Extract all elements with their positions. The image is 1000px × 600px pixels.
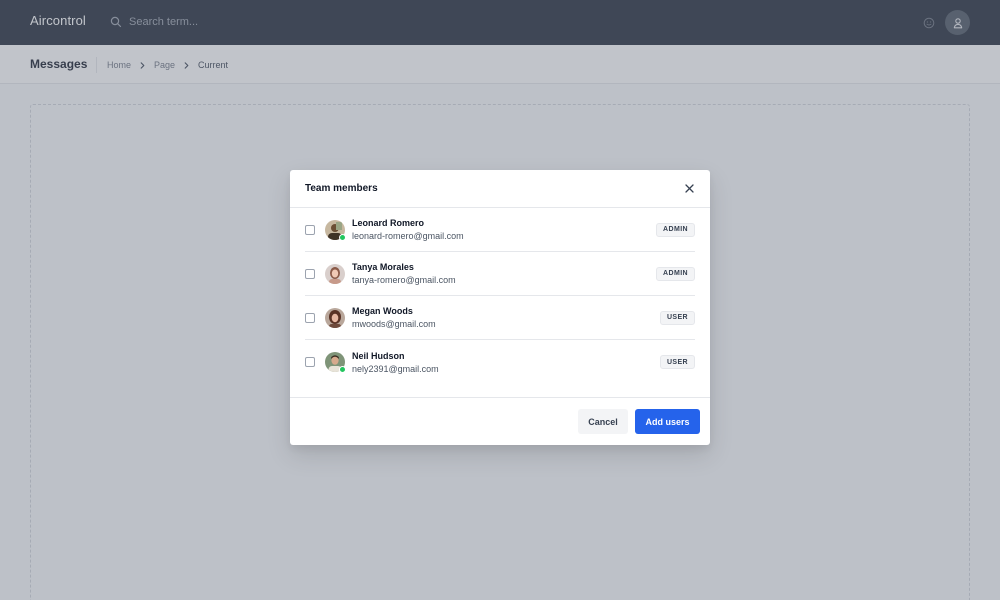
member-checkbox[interactable] [305, 312, 315, 323]
add-users-button[interactable]: Add users [635, 409, 700, 434]
member-list: Leonard Romero leonard-romero@gmail.com … [290, 208, 710, 384]
team-members-modal: Team members Leonard Romero leonard-rome… [290, 170, 710, 445]
member-name: Tanya Morales [352, 262, 414, 272]
role-badge: ADMIN [656, 222, 695, 237]
member-checkbox[interactable] [305, 224, 315, 235]
modal-title: Team members [305, 183, 378, 194]
role-badge: ADMIN [656, 266, 695, 281]
modal-footer: Cancel Add users [290, 397, 710, 445]
member-name: Neil Hudson [352, 350, 405, 361]
member-info: Tanya Morales tanya-romero@gmail.com [352, 262, 456, 285]
online-indicator [339, 233, 346, 241]
avatar [325, 263, 345, 284]
online-indicator [339, 366, 346, 373]
list-item: Neil Hudson nely2391@gmail.com USER [305, 340, 695, 384]
avatar [325, 352, 346, 373]
avatar [325, 219, 346, 241]
list-item: Megan Woods mwoods@gmail.com USER [305, 296, 695, 340]
list-item: Tanya Morales tanya-romero@gmail.com ADM… [305, 252, 695, 296]
member-info: Leonard Romero leonard-romero@gmail.com [352, 218, 464, 241]
avatar [325, 307, 345, 328]
member-info: Neil Hudson nely2391@gmail.com [352, 351, 439, 374]
member-email: nely2391@gmail.com [352, 363, 439, 374]
close-button[interactable] [682, 182, 696, 196]
member-checkbox[interactable] [305, 357, 315, 367]
member-email: tanya-romero@gmail.com [352, 275, 456, 285]
role-badge: USER [659, 355, 695, 369]
role-badge: USER [659, 310, 695, 325]
member-checkbox[interactable] [305, 268, 315, 279]
close-icon [684, 184, 694, 193]
member-info: Megan Woods mwoods@gmail.com [352, 306, 436, 329]
cancel-button[interactable]: Cancel [578, 409, 628, 434]
member-name: Megan Woods [352, 306, 413, 316]
member-email: mwoods@gmail.com [352, 319, 436, 329]
list-item: Leonard Romero leonard-romero@gmail.com … [305, 208, 695, 252]
modal-header: Team members [290, 170, 710, 208]
member-email: leonard-romero@gmail.com [352, 231, 464, 241]
member-name: Leonard Romero [352, 218, 425, 228]
